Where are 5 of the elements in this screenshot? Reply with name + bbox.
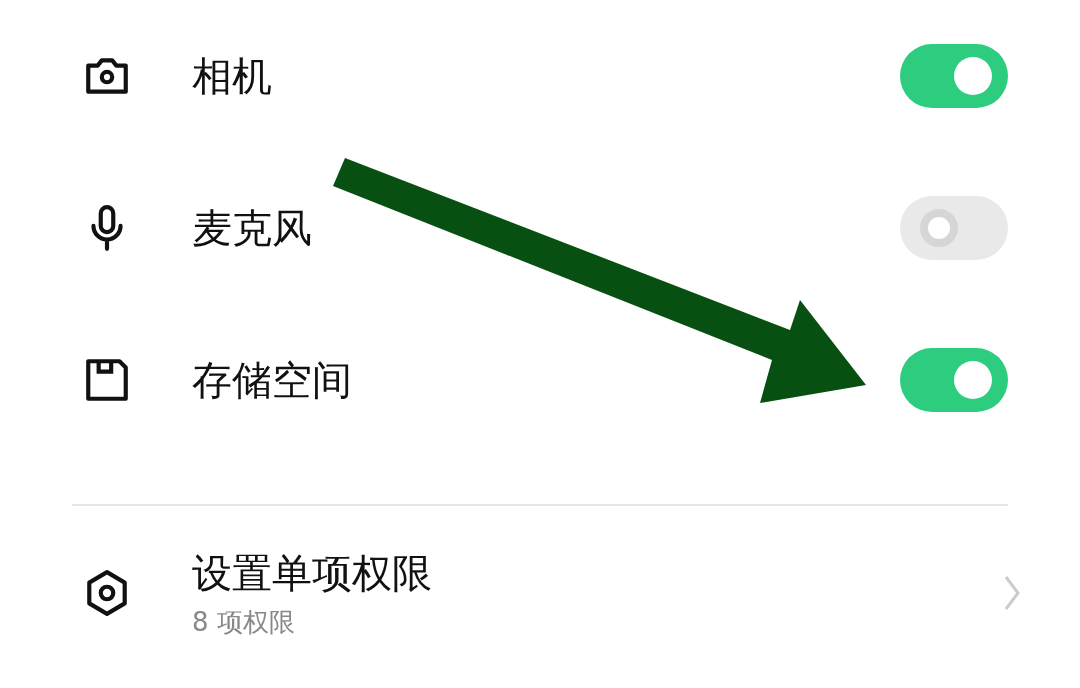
- permission-label: 麦克风: [192, 203, 313, 253]
- permission-label: 相机: [192, 51, 273, 101]
- permission-label: 存储空间: [192, 355, 353, 405]
- item-title[interactable]: 设置单项权限: [192, 546, 1002, 601]
- item-subtitle: 8 项权限: [192, 606, 296, 639]
